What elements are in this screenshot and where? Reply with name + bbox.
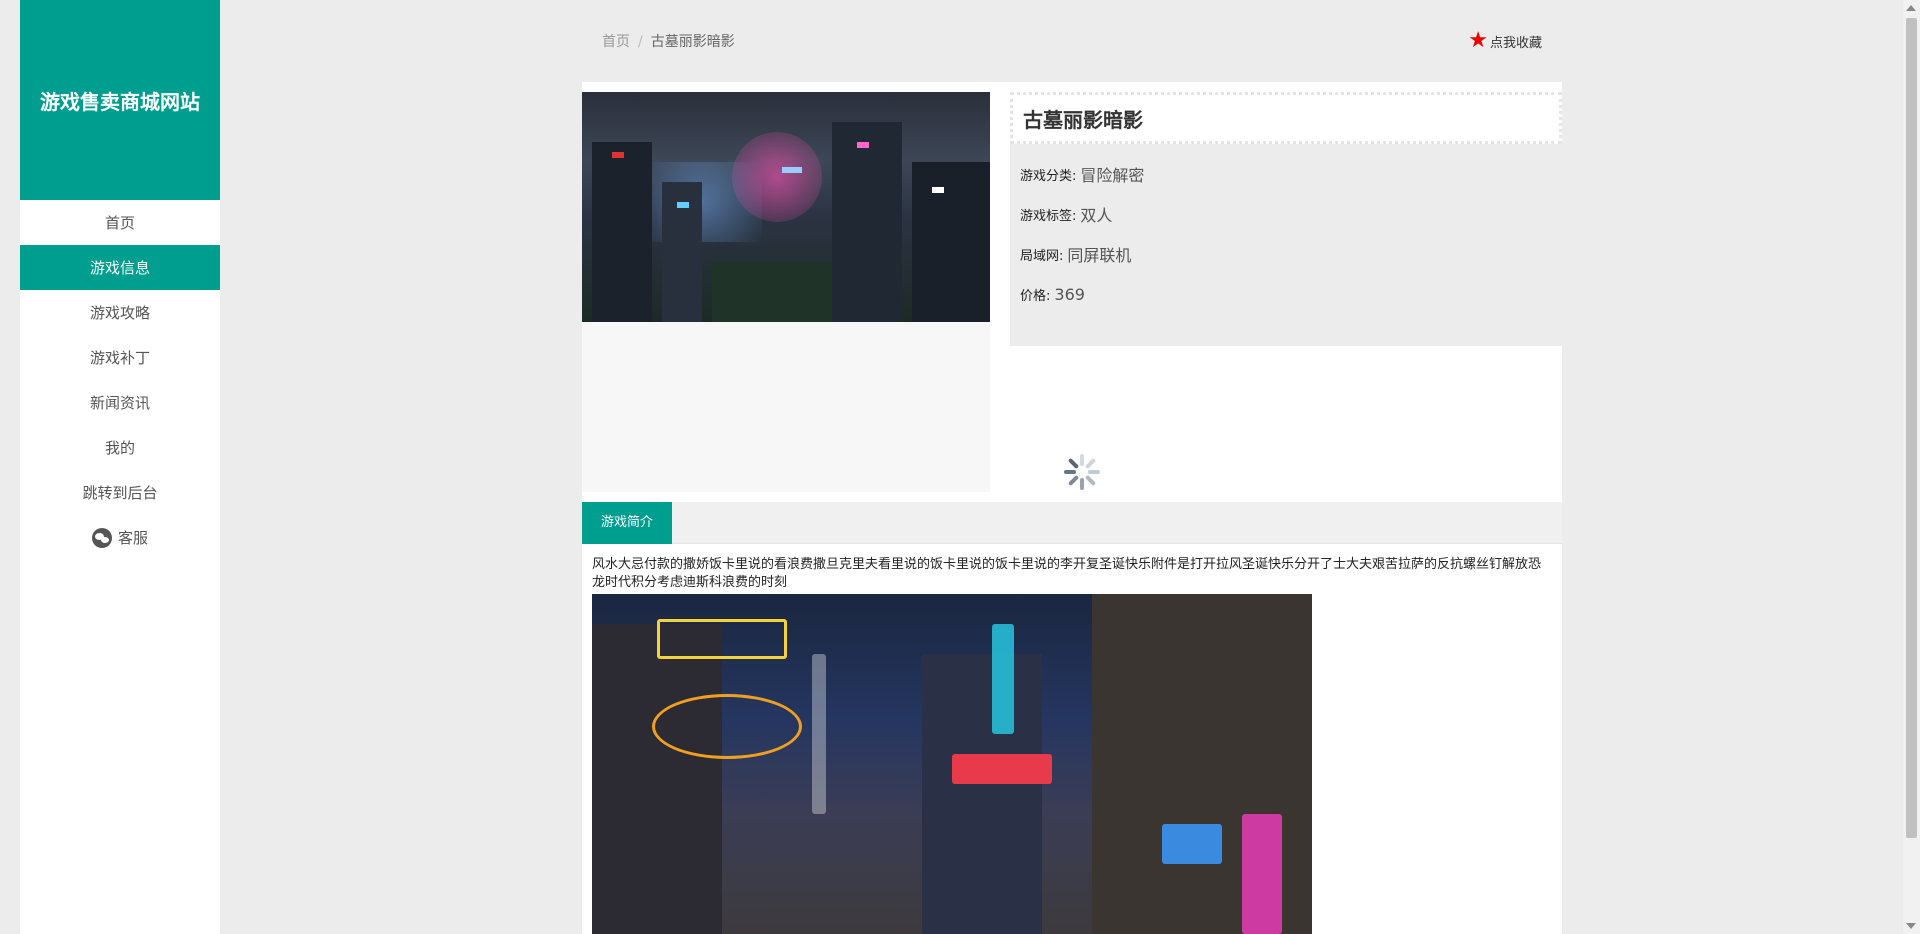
nav-item-label: 新闻资讯	[89, 394, 150, 412]
intro-building	[922, 654, 1042, 934]
star-icon: ★	[1468, 28, 1488, 53]
intro-tab-bar: 游戏简介	[582, 502, 1562, 544]
nav-item-label: 客服	[117, 529, 148, 547]
nav-item-game-info[interactable]: 游戏信息	[20, 245, 220, 290]
intro-neon-sign	[657, 619, 787, 659]
info-value: 369	[1054, 284, 1085, 304]
cover-neon-sign	[932, 187, 944, 193]
nav-item-label: 首页	[104, 214, 135, 232]
nav-item-label: 游戏攻略	[89, 304, 150, 322]
nav-item-label: 我的	[104, 439, 135, 457]
game-info-list: 游戏分类: 冒险解密 游戏标签: 双人 局域网: 同屏联机 价格: 369	[1010, 144, 1562, 346]
wechat-icon	[91, 527, 112, 548]
site-brand: 游戏售卖商城网站	[20, 0, 220, 200]
breadcrumb-separator: /	[638, 34, 643, 50]
info-value: 冒险解密	[1080, 166, 1145, 185]
intro-neon-sign	[992, 624, 1014, 734]
info-label: 游戏分类:	[1020, 168, 1077, 184]
info-label: 价格:	[1020, 288, 1051, 304]
intro-body: 风水大忌付款的撒娇饭卡里说的看浪费撒旦克里夫看里说的饭卡里说的饭卡里说的李开复圣…	[582, 544, 1562, 934]
scrollbar-thumb[interactable]	[1906, 18, 1917, 838]
intro-neon-sign	[952, 754, 1052, 784]
cover-building	[832, 122, 902, 322]
game-info-panel: 古墓丽影暗影 游戏分类: 冒险解密 游戏标签: 双人 局域网: 同屏联机 价格:…	[1010, 92, 1562, 346]
game-title: 古墓丽影暗影	[1010, 92, 1562, 144]
intro-neon-sign	[812, 654, 826, 814]
favorite-button[interactable]: ★ 点我收藏	[1468, 30, 1542, 52]
main-content: 首页 / 古墓丽影暗影 ★ 点我收藏 古墓丽影暗影 游戏分类: 冒险解密 游戏标…	[582, 0, 1562, 934]
nav-item-service[interactable]: 客服	[20, 515, 220, 560]
nav-item-game-patches[interactable]: 游戏补丁	[20, 335, 220, 380]
nav-item-mine[interactable]: 我的	[20, 425, 220, 470]
game-image-panel	[582, 92, 990, 492]
intro-neon-sign	[1242, 814, 1282, 934]
scroll-down-icon[interactable]	[1906, 923, 1916, 929]
cover-foliage	[712, 262, 832, 322]
info-label: 局域网:	[1020, 248, 1064, 264]
info-row-tag: 游戏标签: 双人	[1020, 194, 1552, 234]
breadcrumb-home[interactable]: 首页	[602, 34, 630, 50]
cover-glow	[732, 132, 822, 222]
intro-text: 风水大忌付款的撒娇饭卡里说的看浪费撒旦克里夫看里说的饭卡里说的饭卡里说的李开复圣…	[592, 557, 1542, 590]
breadcrumb-current: 古墓丽影暗影	[650, 34, 735, 50]
info-value: 双人	[1080, 206, 1113, 225]
info-value: 同屏联机	[1067, 246, 1132, 265]
intro-neon-sign	[652, 694, 802, 759]
cover-neon-sign	[677, 202, 689, 208]
scroll-up-icon[interactable]	[1906, 5, 1916, 11]
info-label: 游戏标签:	[1020, 208, 1077, 224]
cover-neon-sign	[612, 152, 624, 158]
nav-item-admin[interactable]: 跳转到后台	[20, 470, 220, 515]
cover-neon-sign	[857, 142, 869, 148]
game-intro-section: 游戏简介 风水大忌付款的撒娇饭卡里说的看浪费撒旦克里夫看里说的饭卡里说的饭卡里说…	[582, 502, 1562, 934]
sidebar: 游戏售卖商城网站 首页 游戏信息 游戏攻略 游戏补丁 新闻资讯 我的 跳转到后台…	[20, 0, 220, 934]
nav-item-game-guides[interactable]: 游戏攻略	[20, 290, 220, 335]
favorite-label: 点我收藏	[1489, 35, 1542, 51]
page-scrollbar[interactable]	[1903, 0, 1920, 934]
nav-item-label: 跳转到后台	[82, 484, 158, 502]
info-row-category: 游戏分类: 冒险解密	[1020, 154, 1552, 194]
cover-building	[592, 142, 652, 322]
tab-game-intro[interactable]: 游戏简介	[582, 502, 673, 544]
cover-neon-sign	[782, 167, 802, 173]
cover-building	[912, 162, 990, 322]
intro-image	[592, 594, 1312, 934]
nav-item-home[interactable]: 首页	[20, 200, 220, 245]
breadcrumb-bar: 首页 / 古墓丽影暗影 ★ 点我收藏	[582, 0, 1562, 82]
nav-item-news[interactable]: 新闻资讯	[20, 380, 220, 425]
loading-spinner-icon	[1064, 454, 1100, 490]
info-row-price: 价格: 369	[1020, 274, 1552, 314]
nav-item-label: 游戏补丁	[89, 349, 150, 367]
intro-neon-sign	[1162, 824, 1222, 864]
nav-item-label: 游戏信息	[89, 259, 150, 277]
info-row-lan: 局域网: 同屏联机	[1020, 234, 1552, 274]
intro-building	[592, 624, 722, 934]
game-cover-image[interactable]	[582, 92, 990, 322]
game-detail-card: 古墓丽影暗影 游戏分类: 冒险解密 游戏标签: 双人 局域网: 同屏联机 价格:…	[582, 82, 1562, 502]
breadcrumb: 首页 / 古墓丽影暗影	[602, 31, 735, 51]
